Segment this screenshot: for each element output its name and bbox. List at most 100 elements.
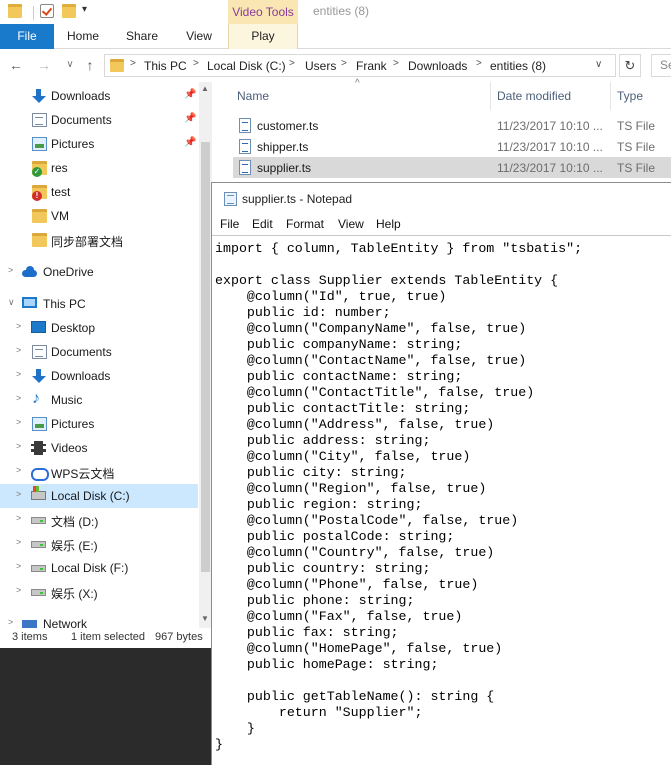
drive-icon: [31, 517, 46, 524]
nav-item-onedrive[interactable]: > OneDrive: [0, 260, 198, 284]
chevron-right-icon[interactable]: >: [16, 441, 21, 451]
column-divider[interactable]: [490, 82, 491, 110]
folder-icon: [32, 209, 47, 223]
folder-icon[interactable]: [8, 4, 22, 18]
chevron-right-icon[interactable]: >: [16, 537, 21, 547]
file-name: shipper.ts: [257, 140, 309, 154]
nav-item-drive-f[interactable]: > Local Disk (F:): [0, 556, 198, 580]
breadcrumb-item[interactable]: Downloads: [408, 59, 467, 73]
nav-item-local-disk-c[interactable]: > Local Disk (C:): [0, 484, 198, 508]
chevron-right-icon[interactable]: >: [341, 58, 347, 69]
chevron-right-icon[interactable]: >: [16, 393, 21, 403]
chevron-right-icon[interactable]: >: [16, 465, 21, 475]
nav-item-downloads[interactable]: > Downloads: [0, 364, 198, 388]
chevron-right-icon[interactable]: >: [16, 561, 21, 571]
nav-item-network[interactable]: > Network: [0, 612, 198, 628]
breadcrumb-item[interactable]: This PC: [144, 59, 187, 73]
tab-play[interactable]: Play: [228, 24, 298, 49]
chevron-right-icon[interactable]: >: [393, 58, 399, 69]
nav-item-sync-docs[interactable]: 同步部署文档: [0, 228, 198, 252]
file-type: TS File: [617, 161, 656, 175]
chevron-down-icon[interactable]: ∨: [8, 297, 15, 308]
customize-toolbar-icon[interactable]: ▾: [82, 4, 87, 15]
breadcrumb-item[interactable]: Local Disk (C:): [207, 59, 286, 73]
breadcrumb-item[interactable]: entities (8): [490, 59, 546, 73]
menu-file[interactable]: File: [220, 217, 239, 231]
nav-item-res[interactable]: res: [0, 156, 198, 180]
scroll-up-icon[interactable]: ▲: [201, 84, 209, 93]
nav-item-desktop[interactable]: > Desktop: [0, 316, 198, 340]
nav-item-test[interactable]: test: [0, 180, 198, 204]
new-folder-icon[interactable]: [62, 4, 76, 18]
back-arrow-icon[interactable]: ←: [6, 55, 26, 75]
chevron-right-icon[interactable]: >: [16, 321, 21, 331]
chevron-right-icon[interactable]: >: [289, 58, 295, 69]
column-header-name[interactable]: Name: [237, 89, 269, 103]
nav-item-drive-x[interactable]: > 娱乐 (X:): [0, 580, 198, 604]
documents-icon: [32, 345, 47, 359]
recent-locations-icon[interactable]: ∨: [60, 55, 80, 75]
menu-edit[interactable]: Edit: [252, 217, 273, 231]
chevron-right-icon[interactable]: >: [8, 617, 13, 627]
notepad-editor[interactable]: import { column, TableEntity } from "tsb…: [212, 235, 671, 765]
menu-format[interactable]: Format: [286, 217, 324, 231]
nav-item-drive-d[interactable]: > 文档 (D:): [0, 508, 198, 532]
chevron-right-icon[interactable]: >: [8, 265, 13, 275]
file-row[interactable]: shipper.ts 11/23/2017 10:10 ... TS File: [233, 136, 671, 157]
breadcrumb-item[interactable]: Users: [305, 59, 336, 73]
nav-item-wps-cloud[interactable]: > WPS云文档: [0, 460, 198, 484]
nav-item-pictures[interactable]: Pictures 📌: [0, 132, 198, 156]
menu-view[interactable]: View: [338, 217, 364, 231]
nav-item-downloads[interactable]: Downloads 📌: [0, 84, 198, 108]
refresh-icon[interactable]: ↻: [619, 54, 641, 77]
pin-icon[interactable]: 📌: [184, 113, 196, 124]
chevron-right-icon[interactable]: >: [16, 417, 21, 427]
file-row[interactable]: customer.ts 11/23/2017 10:10 ... TS File: [233, 115, 671, 136]
nav-item-this-pc[interactable]: ∨ This PC: [0, 292, 198, 316]
nav-item-label: 娱乐 (X:): [51, 587, 98, 601]
nav-item-label: Downloads: [51, 369, 111, 383]
sort-ascending-icon: ^: [355, 78, 360, 89]
tab-view[interactable]: View: [172, 24, 226, 49]
tab-share[interactable]: Share: [112, 24, 172, 49]
tab-home[interactable]: Home: [54, 24, 112, 49]
file-row-selected[interactable]: supplier.ts 11/23/2017 10:10 ... TS File: [233, 157, 671, 178]
pin-icon[interactable]: 📌: [184, 137, 196, 148]
up-arrow-icon[interactable]: ↑: [80, 55, 100, 75]
address-dropdown-icon[interactable]: ∨: [595, 59, 602, 70]
chevron-right-icon[interactable]: >: [476, 58, 482, 69]
pin-icon[interactable]: 📌: [184, 89, 196, 100]
nav-item-drive-e[interactable]: > 娱乐 (E:): [0, 532, 198, 556]
column-header-date[interactable]: Date modified: [497, 89, 571, 103]
scrollbar-thumb[interactable]: [201, 142, 210, 572]
search-input[interactable]: Se: [651, 54, 671, 77]
ts-file-icon: [239, 160, 251, 175]
menu-help[interactable]: Help: [376, 217, 401, 231]
chevron-right-icon[interactable]: >: [193, 58, 199, 69]
address-bar[interactable]: > This PC > Local Disk (C:) > Users > Fr…: [104, 54, 616, 77]
tab-file[interactable]: File: [0, 24, 54, 49]
editor-text[interactable]: import { column, TableEntity } from "tsb…: [215, 241, 582, 753]
nav-item-music[interactable]: > Music: [0, 388, 198, 412]
nav-item-label: 文档 (D:): [51, 515, 99, 529]
video-tools-tab-group: Video Tools: [228, 0, 298, 24]
column-header-type[interactable]: Type: [617, 89, 643, 103]
chevron-right-icon[interactable]: >: [16, 585, 21, 595]
nav-item-documents[interactable]: > Documents: [0, 340, 198, 364]
nav-item-documents[interactable]: Documents 📌: [0, 108, 198, 132]
chevron-right-icon[interactable]: >: [130, 58, 136, 69]
notepad-title-bar[interactable]: supplier.ts - Notepad: [212, 183, 671, 215]
chevron-right-icon[interactable]: >: [16, 345, 21, 355]
ts-file-icon: [239, 118, 251, 133]
nav-item-videos[interactable]: > Videos: [0, 436, 198, 460]
column-divider[interactable]: [610, 82, 611, 110]
scroll-down-icon[interactable]: ▼: [201, 614, 209, 623]
nav-item-vm[interactable]: VM: [0, 204, 198, 228]
chevron-right-icon[interactable]: >: [16, 513, 21, 523]
chevron-right-icon[interactable]: >: [16, 369, 21, 379]
properties-icon[interactable]: [40, 4, 54, 18]
chevron-right-icon[interactable]: >: [16, 489, 21, 499]
breadcrumb-item[interactable]: Frank: [356, 59, 387, 73]
nav-item-pictures[interactable]: > Pictures: [0, 412, 198, 436]
forward-arrow-icon[interactable]: →: [34, 55, 54, 75]
